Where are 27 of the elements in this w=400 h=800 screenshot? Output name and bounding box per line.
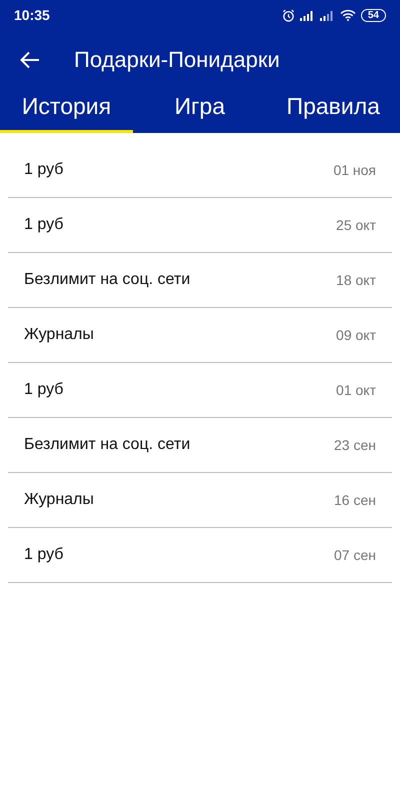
prize-name: Безлимит на соц. сети [24, 436, 190, 454]
back-arrow-icon[interactable] [20, 51, 40, 69]
prize-name: 1 руб [24, 216, 64, 234]
prize-date: 07 сен [334, 547, 376, 563]
prize-date: 09 окт [336, 327, 376, 343]
prize-name: Безлимит на соц. сети [24, 271, 190, 289]
signal-icon [300, 10, 315, 20]
screen-title: Подарки-Понидарки [74, 47, 280, 73]
prize-name: 1 руб [24, 161, 64, 179]
prize-date: 01 ноя [333, 162, 376, 178]
signal-icon [320, 10, 335, 20]
prize-date: 01 окт [336, 382, 376, 398]
prize-name: 1 руб [24, 546, 64, 564]
prize-date: 25 окт [336, 217, 376, 233]
tab[interactable]: Правила [266, 90, 400, 133]
prize-date: 23 сен [334, 437, 376, 453]
battery-level: 54 [360, 8, 386, 22]
prize-name: Журналы [24, 491, 94, 509]
prize-name: Журналы [24, 326, 94, 344]
wifi-icon [340, 9, 356, 21]
status-time: 10:35 [14, 7, 50, 23]
tab[interactable]: Игра [133, 90, 266, 133]
tab[interactable]: История [0, 90, 133, 133]
alarm-clock-icon [282, 8, 295, 22]
prize-date: 16 сен [334, 492, 376, 508]
prize-name: 1 руб [24, 381, 64, 399]
prize-date: 18 окт [336, 272, 376, 288]
